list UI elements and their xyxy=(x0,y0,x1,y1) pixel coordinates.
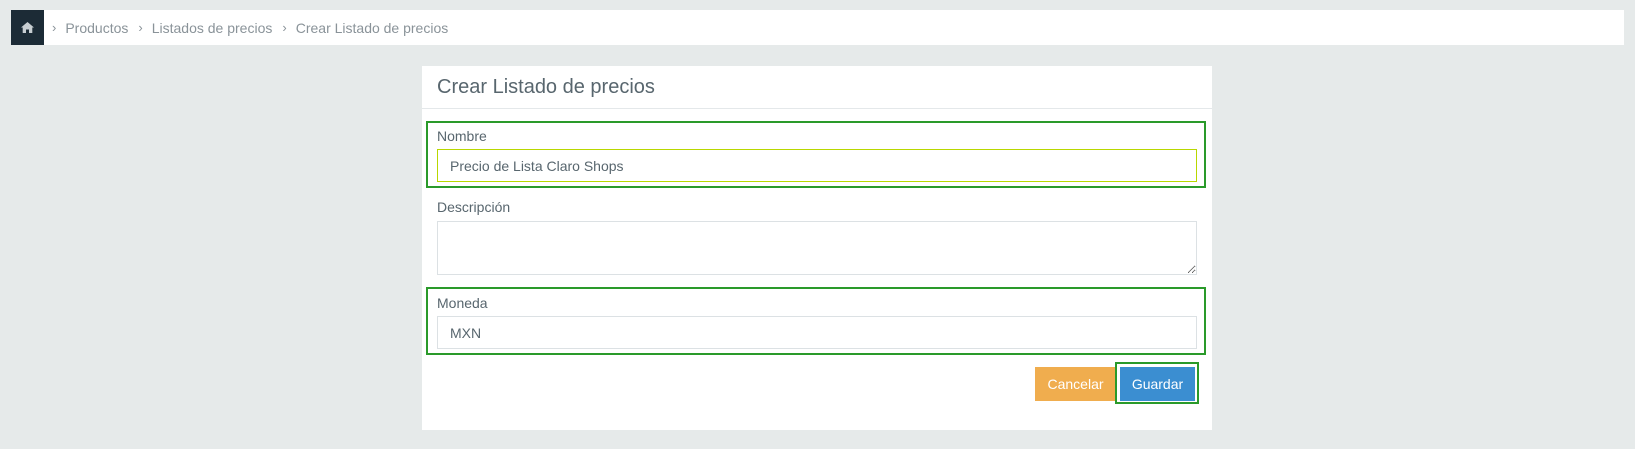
page-title: Crear Listado de precios xyxy=(437,75,655,98)
breadcrumb-productos[interactable]: Productos xyxy=(65,20,128,36)
breadcrumb-items: › Productos › Listados de precios › Crea… xyxy=(52,20,458,36)
nombre-field-group: Nombre xyxy=(426,121,1206,188)
moneda-label: Moneda xyxy=(437,295,488,311)
cancel-button[interactable]: Cancelar xyxy=(1035,367,1116,401)
breadcrumb-listados-de-precios[interactable]: Listados de precios xyxy=(152,20,273,36)
save-button-highlight: Guardar xyxy=(1115,362,1199,404)
chevron-right-icon: › xyxy=(138,20,143,35)
home-icon xyxy=(21,22,34,33)
nombre-label: Nombre xyxy=(437,128,487,144)
panel-header: Crear Listado de precios xyxy=(422,66,1212,109)
nombre-input[interactable] xyxy=(437,149,1197,182)
chevron-right-icon: › xyxy=(52,20,57,35)
moneda-field-group: Moneda xyxy=(426,287,1206,355)
descripcion-field-group: Descripción xyxy=(428,193,1204,277)
descripcion-label: Descripción xyxy=(437,199,511,215)
breadcrumb: › Productos › Listados de precios › Crea… xyxy=(11,10,1624,45)
chevron-right-icon: › xyxy=(282,20,287,35)
form-panel: Crear Listado de precios Nombre Descripc… xyxy=(422,66,1212,430)
breadcrumb-current: Crear Listado de precios xyxy=(295,19,449,36)
moneda-input[interactable] xyxy=(437,316,1197,349)
home-button[interactable] xyxy=(11,10,44,45)
descripcion-textarea[interactable] xyxy=(437,221,1197,275)
save-button[interactable]: Guardar xyxy=(1120,367,1195,401)
